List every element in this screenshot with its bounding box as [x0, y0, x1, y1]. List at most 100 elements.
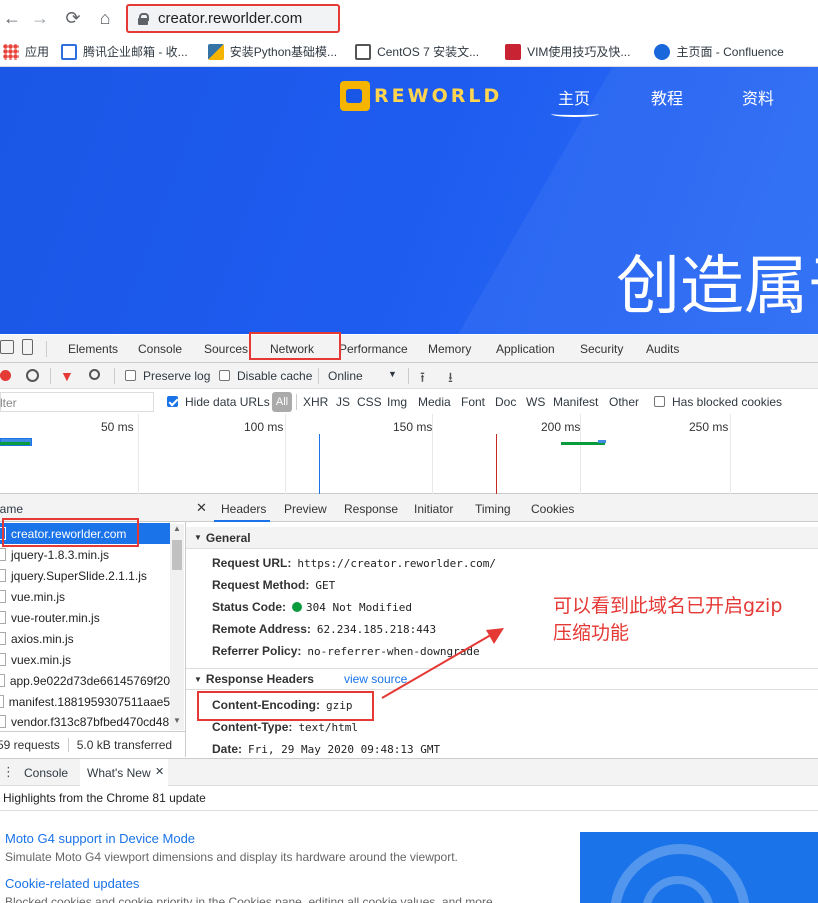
tick-label: 150 ms: [393, 420, 433, 434]
home-icon[interactable]: ⌂: [93, 6, 117, 30]
tab-security[interactable]: Security: [580, 342, 623, 356]
request-row[interactable]: vuex.min.js: [0, 649, 170, 670]
close-icon[interactable]: ✕: [155, 765, 164, 778]
drawer-menu-icon[interactable]: ⋮: [2, 764, 15, 780]
news-description: Blocked cookies and cookie priority in t…: [5, 895, 496, 903]
drawer-tab-label: What's New: [87, 766, 151, 780]
back-arrow-icon[interactable]: ←: [0, 6, 24, 30]
tab-preview[interactable]: Preview: [284, 502, 327, 516]
request-row[interactable]: jquery.SuperSlide.2.1.1.js: [0, 565, 170, 586]
request-name: vuex.min.js: [11, 652, 72, 667]
bookmark-centos[interactable]: CentOS 7 安装文...: [355, 43, 479, 60]
type-filter-ws[interactable]: WS: [526, 395, 545, 409]
tab-headers[interactable]: Headers: [221, 502, 266, 516]
inspect-element-icon[interactable]: [0, 340, 14, 354]
search-icon[interactable]: [89, 369, 100, 380]
type-filter-manifest[interactable]: Manifest: [553, 395, 598, 409]
nav-resources[interactable]: 资料: [742, 85, 774, 109]
type-filter-css[interactable]: CSS: [357, 395, 382, 409]
type-filter-media[interactable]: Media: [418, 395, 451, 409]
reworld-logo-icon: [340, 81, 370, 111]
record-icon[interactable]: [0, 370, 11, 381]
logo-text: REWORLD: [374, 85, 503, 107]
device-toolbar-icon[interactable]: [22, 339, 33, 355]
scrollbar-thumb[interactable]: [172, 540, 182, 570]
nav-active-underline: [551, 111, 599, 117]
bookmark-apps[interactable]: 应用: [3, 43, 49, 60]
close-icon[interactable]: ✕: [196, 500, 207, 516]
header-value: GET: [315, 579, 336, 592]
network-overview[interactable]: 50 ms 100 ms 150 ms 200 ms 250 ms: [0, 414, 818, 494]
type-filter-other[interactable]: Other: [609, 395, 639, 409]
tab-initiator[interactable]: Initiator: [414, 502, 453, 516]
reload-icon[interactable]: ⟳: [61, 6, 85, 30]
header-key: Request Method:: [212, 578, 310, 592]
transferred-size: 5.0 kB transferred: [76, 737, 173, 752]
nav-home[interactable]: 主页: [558, 85, 590, 109]
bookmark-confluence[interactable]: 主页面 - Confluence: [654, 43, 784, 60]
clear-icon[interactable]: [26, 369, 39, 382]
filter-icon[interactable]: ▼: [60, 368, 74, 384]
disable-cache-checkbox[interactable]: [219, 369, 230, 383]
filter-input[interactable]: [0, 392, 154, 412]
bookmark-vim[interactable]: VIM使用技巧及快...: [505, 43, 630, 60]
throttle-select[interactable]: Online: [328, 369, 363, 383]
tab-cookies[interactable]: Cookies: [531, 502, 574, 516]
general-section-header[interactable]: ▼ General: [186, 527, 818, 549]
type-filter-doc[interactable]: Doc: [495, 395, 516, 409]
header-value: Fri, 29 May 2020 09:48:13 GMT: [248, 743, 441, 756]
chevron-down-icon: ▼: [194, 533, 202, 542]
tab-response[interactable]: Response: [344, 502, 398, 516]
tab-performance[interactable]: Performance: [339, 342, 408, 356]
scroll-down-icon[interactable]: ▼: [173, 716, 181, 725]
disable-cache-label: Disable cache: [237, 369, 313, 383]
request-row[interactable]: axios.min.js: [0, 628, 170, 649]
apps-grid-icon: [3, 43, 19, 60]
header-value: 304 Not Modified: [306, 601, 412, 614]
type-filter-img[interactable]: Img: [387, 395, 407, 409]
tab-elements[interactable]: Elements: [68, 342, 118, 356]
request-row[interactable]: jquery-1.8.3.min.js: [0, 544, 170, 565]
export-har-icon[interactable]: ⭳: [448, 367, 453, 391]
request-row[interactable]: vendor.f313c87bfbed470cd48: [0, 711, 170, 732]
bookmark-tencent-mail[interactable]: 腾讯企业邮箱 - 收...: [61, 43, 188, 60]
tab-console[interactable]: Console: [138, 342, 182, 356]
import-har-icon[interactable]: ⭱: [420, 367, 425, 391]
request-row[interactable]: vue.min.js: [0, 586, 170, 607]
scroll-up-icon[interactable]: ▲: [173, 524, 181, 533]
tab-audits[interactable]: Audits: [646, 342, 679, 356]
tab-sources[interactable]: Sources: [204, 342, 248, 356]
bookmark-label: 安装Python基础模...: [229, 45, 338, 59]
type-filter-all[interactable]: All: [272, 392, 292, 412]
request-row[interactable]: manifest.1881959307511aae5: [0, 691, 170, 712]
hide-data-urls-checkbox[interactable]: [167, 395, 178, 409]
type-filter-xhr[interactable]: XHR: [303, 395, 328, 409]
name-column-header[interactable]: Name: [0, 502, 23, 516]
header-key: Content-Type:: [212, 720, 293, 734]
type-filter-js[interactable]: JS: [336, 395, 350, 409]
news-title-link[interactable]: Cookie-related updates: [5, 876, 139, 891]
forward-arrow-icon[interactable]: →: [28, 6, 52, 30]
news-description: Simulate Moto G4 viewport dimensions and…: [5, 850, 458, 864]
divider: [46, 341, 47, 357]
timing-bar: [0, 442, 30, 445]
address-bar[interactable]: creator.reworlder.com: [126, 4, 340, 33]
request-row[interactable]: app.9e022d73de66145769f20: [0, 670, 170, 691]
tab-application[interactable]: Application: [496, 342, 555, 356]
tab-memory[interactable]: Memory: [428, 342, 471, 356]
load-event-line: [496, 434, 497, 494]
news-title-link[interactable]: Moto G4 support in Device Mode: [5, 831, 195, 846]
has-blocked-cookies-checkbox[interactable]: [654, 395, 665, 409]
annotation-arrow-icon: [381, 628, 504, 699]
type-filter-font[interactable]: Font: [461, 395, 485, 409]
request-list-scrollbar[interactable]: ▲ ▼: [170, 524, 184, 730]
news-thumbnail: [580, 832, 818, 903]
site-logo[interactable]: REWORLD: [340, 79, 502, 113]
tab-timing[interactable]: Timing: [475, 502, 511, 516]
drawer-tab-console[interactable]: Console: [24, 766, 68, 780]
preserve-log-checkbox[interactable]: [125, 369, 136, 383]
nav-tutorials[interactable]: 教程: [651, 85, 683, 109]
request-row[interactable]: vue-router.min.js: [0, 607, 170, 628]
bookmark-python[interactable]: 安装Python基础模...: [207, 43, 338, 60]
drawer-tab-whats-new[interactable]: What's New ✕: [80, 759, 168, 786]
